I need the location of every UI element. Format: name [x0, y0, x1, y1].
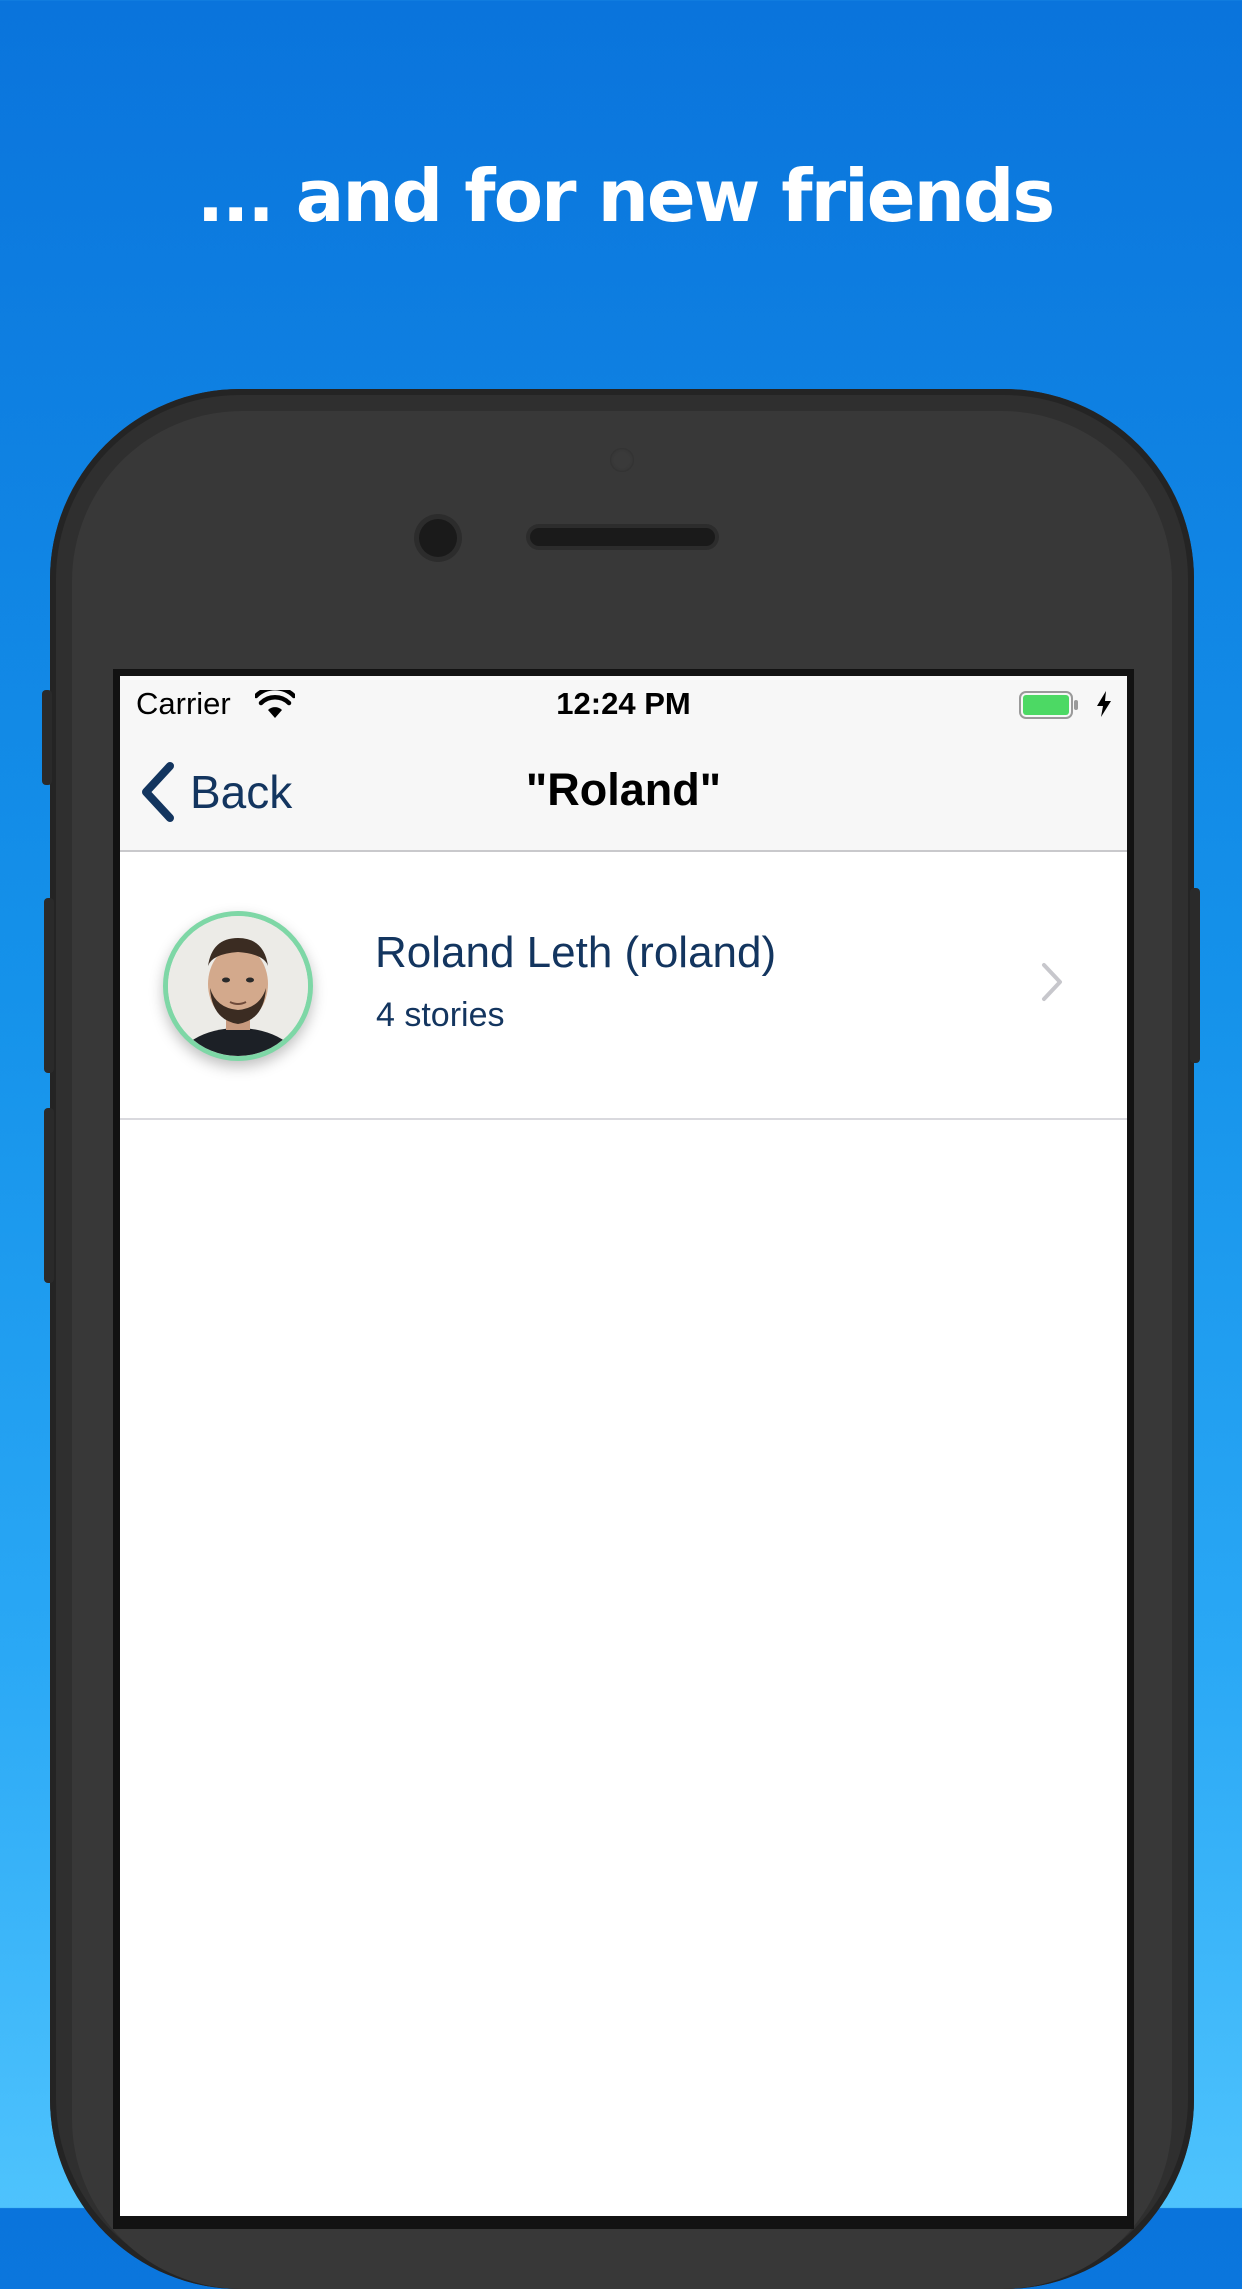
chevron-left-icon [142, 762, 174, 822]
status-time: 12:24 PM [556, 686, 691, 721]
headline: ... and for new friends [196, 154, 1056, 238]
user-result-row[interactable]: Roland Leth (roland) 4 stories [120, 852, 1127, 1120]
status-bar: Carrier 12:24 PM [120, 676, 1127, 734]
charging-bolt-icon [1097, 691, 1111, 717]
app-screen: Carrier 12:24 PM Back "Roland" Roland Le… [120, 676, 1127, 2216]
disclosure-chevron-icon [1042, 963, 1062, 1001]
navigation-bar: Back "Roland" [120, 734, 1127, 852]
battery-charging-icon [1019, 691, 1078, 719]
front-camera [419, 519, 457, 557]
earpiece-speaker [530, 528, 715, 546]
search-results-list: Roland Leth (roland) 4 stories [120, 852, 1127, 1120]
user-name: Roland Leth (roland) [375, 928, 777, 977]
power-button [1190, 888, 1200, 1063]
volume-down-button [44, 1108, 54, 1283]
back-label: Back [190, 766, 293, 818]
avatar-portrait [168, 916, 308, 1056]
story-count: 4 stories [376, 996, 505, 1034]
mute-switch [42, 690, 52, 785]
proximity-sensor [610, 448, 634, 472]
volume-up-button [44, 898, 54, 1073]
avatar [163, 911, 313, 1061]
back-button[interactable]: Back [138, 752, 292, 832]
